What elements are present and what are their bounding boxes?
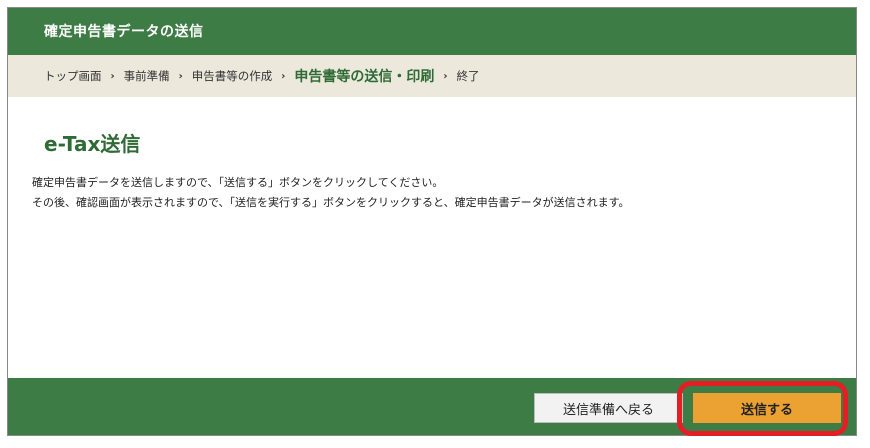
breadcrumb-item-top: トップ画面 [44, 69, 102, 83]
breadcrumb-separator-icon: › [110, 70, 115, 82]
breadcrumb-item-end: 終了 [456, 69, 480, 83]
breadcrumb-item-send-print: 申告書等の送信・印刷 [294, 69, 435, 85]
back-to-preparation-button[interactable]: 送信準備へ戻る [534, 393, 683, 423]
footer-bar: 送信準備へ戻る 送信する [8, 378, 856, 435]
instruction-line: その後、確認画面が表示されますので、「送信を実行する」ボタンをクリックすると、確… [32, 196, 630, 209]
app-window: 確定申告書データの送信 トップ画面 › 事前準備 › 申告書等の作成 › 申告書… [7, 7, 857, 436]
header-title: 確定申告書データの送信 [44, 24, 204, 40]
breadcrumb-separator-icon: › [443, 70, 448, 82]
instruction-line: 確定申告書データを送信しますので、「送信する」ボタンをクリックしてください。 [32, 176, 444, 189]
send-button[interactable]: 送信する [693, 393, 841, 423]
breadcrumb-item-create: 申告書等の作成 [191, 69, 273, 83]
breadcrumb-separator-icon: › [178, 70, 183, 82]
breadcrumb-separator-icon: › [281, 70, 286, 82]
header-bar: 確定申告書データの送信 [8, 8, 856, 55]
instructions: 確定申告書データを送信しますので、「送信する」ボタンをクリックしてください。 そ… [32, 173, 630, 213]
main-content: e-Tax送信 確定申告書データを送信しますので、「送信する」ボタンをクリックし… [8, 97, 856, 378]
breadcrumb: トップ画面 › 事前準備 › 申告書等の作成 › 申告書等の送信・印刷 › 終了 [8, 55, 856, 97]
breadcrumb-item-preparation: 事前準備 [123, 69, 170, 83]
page-title: e-Tax送信 [44, 132, 141, 156]
